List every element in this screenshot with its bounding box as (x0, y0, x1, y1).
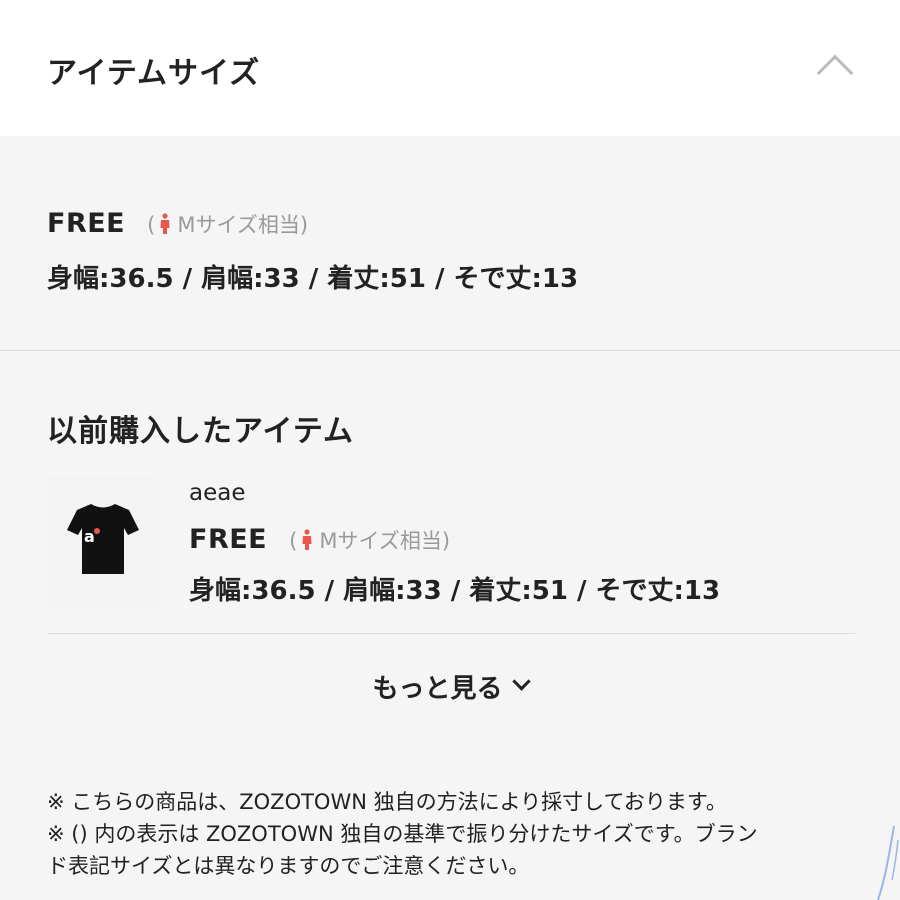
tshirt-image: a (67, 504, 139, 574)
section-header[interactable]: アイテムサイズ (0, 0, 900, 136)
size-equivalent-hint: ( Mサイズ相当 ) (147, 209, 308, 239)
size-notes: ※ こちらの商品は、ZOZOTOWN 独自の方法により採寸しております。 ※ (… (47, 786, 857, 882)
section-title: アイテムサイズ (47, 56, 261, 91)
note-line: ※ こちらの商品は、ZOZOTOWN 独自の方法により採寸しております。 (47, 790, 727, 814)
scribble-decoration (877, 825, 899, 900)
section-divider (0, 350, 900, 351)
show-more-button[interactable]: もっと見る (0, 668, 900, 705)
hint-open-paren: ( (289, 529, 298, 553)
item-size-equivalent-hint: ( Mサイズ相当 ) (289, 525, 450, 555)
current-size-row: FREE ( Mサイズ相当 ) (47, 208, 308, 239)
previous-items-title: 以前購入したアイテム (47, 414, 354, 449)
size-name: FREE (47, 208, 126, 239)
chevron-down-icon (511, 672, 531, 691)
note-line: ド表記サイズとは異なりますのでご注意ください。 (47, 854, 530, 878)
list-divider (47, 633, 855, 634)
heart-icon (94, 528, 100, 534)
chevron-up-icon[interactable] (816, 54, 854, 92)
item-measurements: 身幅:36.5 / 肩幅:33 / 着丈:51 / そで丈:13 (189, 576, 721, 606)
hint-open-paren: ( (147, 213, 156, 237)
person-icon (160, 213, 170, 234)
item-size-row: FREE ( Mサイズ相当 ) (189, 524, 450, 555)
item-size-name: FREE (189, 524, 268, 555)
person-icon (302, 529, 312, 550)
note-line: ※ () 内の表示は ZOZOTOWN 独自の基準で振り分けたサイズです。ブラン (47, 822, 758, 846)
item-size-hint-text: Mサイズ相当 (319, 529, 442, 553)
size-hint-text: Mサイズ相当 (177, 213, 300, 237)
hint-close-paren: ) (299, 213, 309, 237)
shirt-print: a (84, 527, 95, 546)
show-more-label: もっと見る (372, 674, 503, 704)
item-thumbnail[interactable]: a (47, 478, 159, 608)
size-measurements: 身幅:36.5 / 肩幅:33 / 着丈:51 / そで丈:13 (47, 264, 579, 294)
item-name[interactable]: aeae (189, 480, 246, 506)
hint-close-paren: ) (441, 529, 451, 553)
